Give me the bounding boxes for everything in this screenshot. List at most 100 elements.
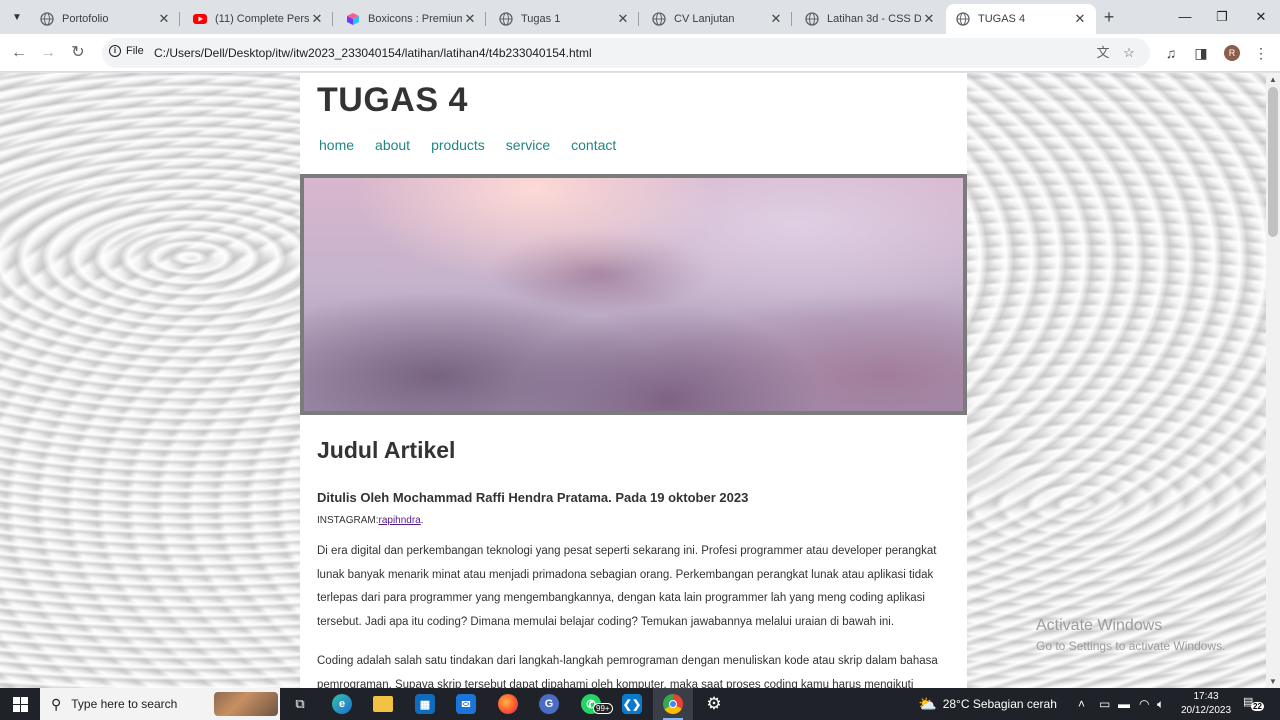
youtube-icon [193,12,207,26]
taskbar-search[interactable]: ⚲ Type here to search [40,688,280,720]
scroll-down-arrow-icon[interactable]: ▼ [1266,677,1280,686]
close-tab-icon[interactable]: ✕ [156,11,172,27]
tab-title: Boxicons : Premium [368,13,462,25]
task-view-icon[interactable]: ⧉ [280,688,320,720]
close-tab-icon[interactable]: ✕ [462,11,478,27]
maximize-icon[interactable]: ❐ [1202,6,1242,28]
tab-tugas-1[interactable]: Tugas 1 ✕ [489,4,639,34]
article-byline: Ditulis Oleh Mochammad Raffi Hendra Prat… [317,490,749,505]
close-tab-icon[interactable]: ✕ [921,11,937,27]
tab-boxicons[interactable]: Boxicons : Premium ✕ [336,4,486,34]
edge-icon[interactable]: e [322,688,362,720]
close-tab-icon[interactable]: ✕ [1072,11,1088,27]
tab-strip: ▼ Portofolio ✕ (11) Complete Personal ✕ … [0,0,1280,34]
notification-center-icon[interactable]: ▤ 22 [1243,695,1264,713]
taskbar-clock[interactable]: 17:43 20/12/2023 [1175,690,1237,718]
file-explorer-icon[interactable] [363,688,403,720]
forward-icon[interactable]: → [37,42,59,64]
clock-date: 20/12/2023 [1180,705,1232,716]
instagram-label: INSTAGRAM: [317,515,379,526]
network-icon[interactable]: ▭ [1099,688,1110,720]
globe-icon [805,12,819,26]
instagram-suffix: . [420,515,424,526]
tab-tugas-4[interactable]: TUGAS 4 ✕ [946,4,1096,34]
search-placeholder: Type here to search [71,697,178,711]
microsoft-store-icon[interactable]: ▦ [405,688,445,720]
mail-icon[interactable]: ✉ [446,688,486,720]
article-paragraph: Di era digital dan perkembangan teknolog… [317,545,937,628]
close-tab-icon[interactable]: ✕ [768,11,784,27]
tab-search-button[interactable]: ▼ [6,6,28,28]
nav-contact[interactable]: contact [571,137,616,153]
site-title: TUGAS 4 [317,81,468,119]
menu-icon[interactable]: ⋮ [1251,43,1271,63]
translate-icon[interactable]: 文 [1094,44,1112,62]
page-viewport: TUGAS 4 home about products service cont… [0,73,1266,688]
boxicons-icon [346,12,360,26]
main-nav: home about products service contact [319,137,616,153]
tab-title: Tugas 1 [521,13,561,25]
tab-title: Latihan 3d - CSS Das [827,13,921,25]
article-paragraph: Coding adalah salah satu tindakan dari l… [317,655,938,688]
windows-logo-icon [12,696,28,712]
battery-icon[interactable]: ▬ [1118,688,1130,720]
vscode-icon[interactable]: ❮❯ [612,688,652,720]
close-window-icon[interactable]: ✕ [1241,6,1280,28]
info-icon: i [109,45,121,57]
wifi-icon[interactable]: ◠ [1139,688,1149,720]
tab-youtube[interactable]: (11) Complete Personal ✕ [183,4,333,34]
chrome-profile-icon[interactable]: G [529,688,569,720]
page-container: TUGAS 4 home about products service cont… [300,73,967,688]
watermark-title: Activate Windows [1036,617,1163,634]
address-bar[interactable]: i File C:/Users/Dell/Desktop/itw/itw2023… [102,38,1150,68]
search-icon: ⚲ [51,695,62,712]
page-scrollbar[interactable]: ▲ ▼ [1266,73,1280,688]
article-title: Judul Artikel [317,437,456,463]
watermark-subtitle: Go to Settings to activate Windows. [1036,639,1226,653]
scrollbar-thumb[interactable] [1268,87,1278,237]
show-hidden-icons[interactable]: ˄ [1078,688,1085,720]
tab-cv-lanjutan[interactable]: CV Lanjutan ✕ [642,4,792,34]
firefox-icon[interactable] [488,688,528,720]
chevron-up-icon: ˄ [1078,697,1086,711]
volume-icon[interactable]: 🔈︎ [1157,688,1164,720]
back-icon[interactable]: ← [8,42,30,64]
whatsapp-badge: 99+ [593,703,613,714]
scroll-up-arrow-icon[interactable]: ▲ [1266,75,1280,84]
nav-service[interactable]: service [506,137,550,153]
weather-widget[interactable]: ⛅ 28°C Sebagian cerah [918,688,1057,720]
close-tab-icon[interactable]: ✕ [615,11,631,27]
tab-portofolio[interactable]: Portofolio ✕ [30,4,180,34]
tab-title: TUGAS 4 [978,13,1026,25]
activate-windows-watermark: Activate Windows Go to Settings to activ… [1036,617,1225,653]
bookmark-star-icon[interactable]: ☆ [1120,44,1138,62]
search-highlight-image [214,692,278,716]
site-info-chip[interactable]: i File [109,45,144,57]
nav-products[interactable]: products [431,137,485,153]
start-button[interactable] [0,688,40,720]
clock-time: 17:43 [1193,691,1219,702]
minimize-icon[interactable]: — [1165,6,1205,28]
reload-icon[interactable]: ↻ [67,42,89,64]
article: Judul Artikel Ditulis Oleh Mochammad Raf… [317,437,952,688]
weather-icon: ⛅ [918,696,937,713]
tab-separator [638,12,639,26]
globe-icon [499,12,513,26]
tab-latihan-3d[interactable]: Latihan 3d - CSS Das ✕ [795,4,945,34]
scheme-label: File [126,45,144,57]
new-tab-icon[interactable]: + [1100,8,1118,26]
profile-avatar[interactable]: R [1224,45,1240,61]
chrome-icon[interactable] [653,688,693,720]
settings-gear-icon[interactable]: ⚙ [694,688,734,720]
media-controls-icon[interactable]: ♫ [1161,43,1181,63]
nav-about[interactable]: about [375,137,410,153]
instagram-link[interactable]: rapihndra [378,515,420,526]
whatsapp-icon[interactable]: ✆ 99+ [571,688,613,720]
notification-count: 22 [1251,702,1264,711]
side-panel-icon[interactable]: ◨ [1191,43,1211,63]
close-tab-icon[interactable]: ✕ [309,11,325,27]
globe-icon [652,12,666,26]
nav-home[interactable]: home [319,137,354,153]
browser-toolbar: ← → ↻ i File C:/Users/Dell/Desktop/itw/i… [0,34,1280,72]
url-text[interactable]: C:/Users/Dell/Desktop/itw/itw2023_233040… [154,46,592,60]
